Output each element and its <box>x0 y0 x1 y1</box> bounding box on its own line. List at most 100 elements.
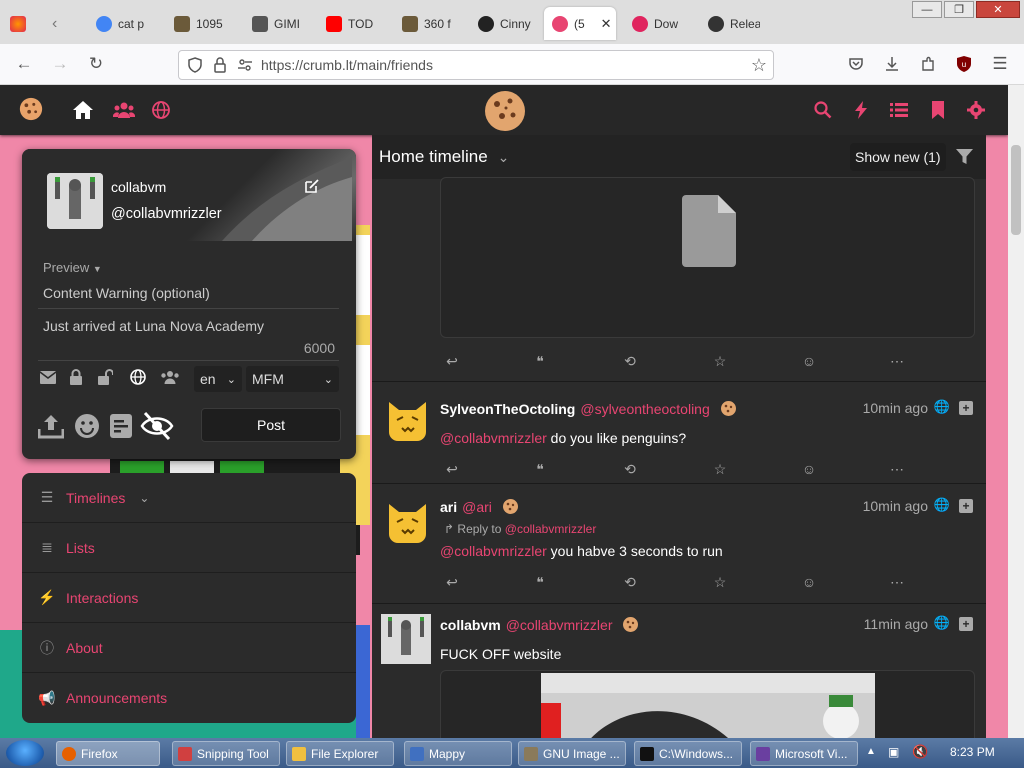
expand-plus-icon[interactable]: + <box>959 401 973 415</box>
home-icon[interactable] <box>70 97 96 123</box>
status-timestamp[interactable]: 11min ago <box>864 616 928 632</box>
followers-icon[interactable] <box>160 370 180 389</box>
settings-gear-icon[interactable] <box>963 97 989 123</box>
more-options-icon[interactable]: ⋯ <box>887 461 907 478</box>
status-author[interactable]: ari @ari <box>440 498 519 515</box>
quote-icon[interactable]: ❝ <box>530 461 550 478</box>
expand-plus-icon[interactable]: + <box>959 499 973 513</box>
tab-8[interactable]: Relea <box>700 7 760 40</box>
lock-open-icon[interactable] <box>97 369 114 389</box>
taskbar-item-file-explorer[interactable]: File Explorer <box>286 741 394 766</box>
lock-icon[interactable] <box>213 57 227 73</box>
back-button[interactable]: ← <box>8 48 40 80</box>
search-icon[interactable] <box>810 97 836 123</box>
emoji-icon[interactable] <box>74 413 100 439</box>
mention-link[interactable]: @collabvmrizzler <box>440 543 547 559</box>
permissions-icon[interactable] <box>237 57 253 73</box>
bolt-icon[interactable] <box>848 97 874 123</box>
avatar[interactable] <box>381 614 431 664</box>
reply-icon[interactable]: ↩ <box>442 461 462 478</box>
poll-icon[interactable] <box>110 414 132 438</box>
menu-item-lists[interactable]: ≣ Lists <box>22 523 356 573</box>
ublock-icon[interactable]: u <box>948 48 980 80</box>
menu-item-interactions[interactable]: ⚡ Interactions <box>22 573 356 623</box>
menu-item-timelines[interactable]: ☰ Timelines ⌄ <box>22 473 356 523</box>
avatar[interactable] <box>385 498 430 543</box>
content-warning-input[interactable]: Content Warning (optional) <box>38 282 339 309</box>
tab-6-active[interactable]: (5 ✕ <box>544 7 616 40</box>
center-cookie-logo-icon[interactable] <box>482 87 528 133</box>
menu-item-about[interactable]: ⓘ About <box>22 623 356 673</box>
taskbar-item-command-prompt[interactable]: C:\Windows... <box>634 741 742 766</box>
taskbar-item-mappy[interactable]: Mappy <box>404 741 512 766</box>
react-emoji-icon[interactable]: ☺ <box>799 461 819 477</box>
bookmark-star-icon[interactable]: ☆ <box>751 55 767 76</box>
boost-icon[interactable]: ⟲ <box>620 461 640 478</box>
bookmark-icon[interactable] <box>925 97 951 123</box>
public-globe-icon[interactable] <box>130 369 146 389</box>
list-icon[interactable] <box>886 97 912 123</box>
boost-icon[interactable]: ⟲ <box>620 574 640 591</box>
favourite-star-icon[interactable]: ☆ <box>710 353 730 370</box>
start-button[interactable] <box>6 740 44 766</box>
volume-muted-icon[interactable]: 🔇 <box>912 744 928 760</box>
react-emoji-icon[interactable]: ☺ <box>799 574 819 590</box>
shield-icon[interactable] <box>187 57 203 73</box>
url-bar[interactable]: https://crumb.lt/main/friends ☆ <box>178 50 774 80</box>
chevron-down-icon[interactable]: ⌄ <box>498 149 510 166</box>
chevron-down-icon[interactable]: ⌄ <box>139 491 149 505</box>
tray-expand-icon[interactable]: ▲ <box>866 746 876 757</box>
format-select[interactable]: MFM ⌄ <box>246 366 339 392</box>
forward-button[interactable]: → <box>44 48 76 80</box>
tab-1[interactable]: 1095 <box>166 7 236 40</box>
boost-icon[interactable]: ⟲ <box>620 353 640 370</box>
page-scrollbar[interactable] <box>1008 85 1024 738</box>
status-timestamp[interactable]: 10min ago <box>863 400 928 416</box>
pocket-icon[interactable] <box>840 48 872 80</box>
reply-to-link[interactable]: @collabvmrizzler <box>505 522 597 536</box>
post-body-textarea[interactable]: Just arrived at Luna Nova Academy 6000 <box>38 314 339 361</box>
post-button[interactable]: Post <box>201 408 341 442</box>
network-icon[interactable]: ▣ <box>888 745 899 759</box>
taskbar-item-snipping-tool[interactable]: Snipping Tool <box>172 741 280 766</box>
downloads-icon[interactable] <box>876 48 908 80</box>
filter-icon[interactable] <box>956 149 973 165</box>
favourite-star-icon[interactable]: ☆ <box>710 461 730 478</box>
minimize-button[interactable]: — <box>912 1 942 18</box>
quote-icon[interactable]: ❝ <box>530 353 550 370</box>
taskbar-item-firefox[interactable]: Firefox <box>56 741 160 766</box>
site-logo-icon[interactable] <box>18 96 44 122</box>
media-attachment[interactable] <box>440 670 975 738</box>
scrollbar-thumb[interactable] <box>1011 145 1021 235</box>
upload-icon[interactable] <box>38 413 64 439</box>
status-author[interactable]: SylveonTheOctoling @sylveontheoctoling <box>440 400 737 417</box>
taskbar-item-gimp[interactable]: GNU Image ... <box>518 741 626 766</box>
firefox-menu-icon[interactable] <box>2 7 40 40</box>
more-options-icon[interactable]: ⋯ <box>887 353 907 370</box>
menu-item-announcements[interactable]: 📢 Announcements <box>22 673 356 723</box>
language-select[interactable]: en ⌄ <box>194 366 242 392</box>
reload-button[interactable]: ↻ <box>80 48 112 80</box>
taskbar-clock[interactable]: 8:23 PM <box>950 745 995 759</box>
tab-close-icon[interactable]: ✕ <box>601 16 612 32</box>
expand-plus-icon[interactable]: + <box>959 617 973 631</box>
tab-scroll-left-button[interactable]: ‹ <box>44 7 78 40</box>
author-handle[interactable]: @sylveontheoctoling <box>580 401 709 417</box>
taskbar-item-visual-studio[interactable]: Microsoft Vi... <box>750 741 858 766</box>
edit-profile-icon[interactable] <box>305 179 319 193</box>
attachment-card[interactable] <box>440 177 975 338</box>
window-close-button[interactable]: ✕ <box>976 1 1020 18</box>
tab-4[interactable]: 360 f <box>394 7 466 40</box>
avatar[interactable] <box>47 173 103 229</box>
status-timestamp[interactable]: 10min ago <box>863 498 928 514</box>
tab-5[interactable]: Cinny <box>470 7 542 40</box>
lock-closed-icon[interactable] <box>69 369 83 389</box>
extensions-icon[interactable] <box>912 48 944 80</box>
envelope-icon[interactable] <box>39 371 57 388</box>
hamburger-menu-icon[interactable]: ☰ <box>984 48 1016 80</box>
more-options-icon[interactable]: ⋯ <box>887 574 907 591</box>
author-handle[interactable]: @ari <box>462 499 492 515</box>
favourite-star-icon[interactable]: ☆ <box>710 574 730 591</box>
status-author[interactable]: collabvm @collabvmrizzler <box>440 616 639 633</box>
reply-icon[interactable]: ↩ <box>442 574 462 591</box>
